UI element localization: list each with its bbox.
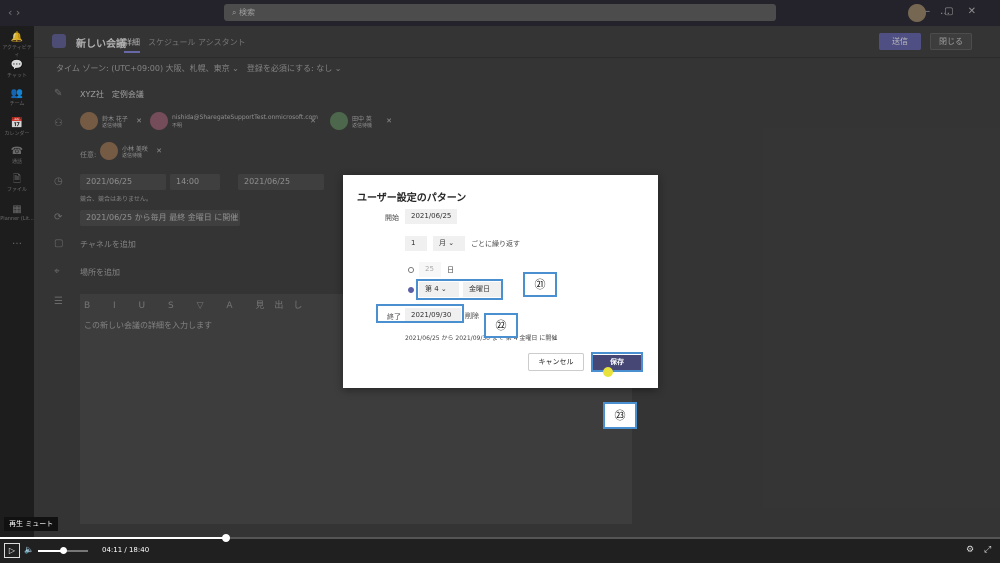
highlight-box xyxy=(416,279,503,300)
start-date-input[interactable]: 2021/06/25 xyxy=(405,209,457,224)
playback-time: 04:11 / 18:40 xyxy=(102,546,150,554)
progress-handle[interactable] xyxy=(222,534,230,542)
progress-fill xyxy=(0,537,226,539)
highlight-box xyxy=(376,304,464,323)
highlight-box xyxy=(591,352,643,372)
recurrence-summary: 2021/06/25 から 2021/09/30 まで 第 4 金曜日 に開催 xyxy=(405,335,558,342)
cancel-button[interactable]: キャンセル xyxy=(528,353,584,371)
day-input[interactable]: 25 xyxy=(419,262,441,277)
ordinal-radio[interactable] xyxy=(408,287,414,293)
custom-recurrence-dialog: ユーザー設定のパターン 開始 2021/06/25 1 月 ⌄ ごとに繰り返す … xyxy=(343,175,658,388)
volume-icon[interactable]: 🔈 xyxy=(24,545,34,554)
interval-suffix: ごとに繰り返す xyxy=(471,240,520,248)
day-radio[interactable] xyxy=(408,267,414,273)
mouse-cursor-icon xyxy=(603,367,613,377)
tooltip: 再生 ミュート xyxy=(4,517,59,531)
callout-22: ㉒ xyxy=(484,313,518,338)
play-icon: ▷ xyxy=(8,546,16,555)
interval-input[interactable]: 1 xyxy=(405,236,427,251)
gear-icon[interactable]: ⚙ xyxy=(966,545,974,555)
chevron-down-icon: ⌄ xyxy=(448,239,455,247)
volume-handle[interactable] xyxy=(60,547,67,554)
expand-icon[interactable]: ⤢ xyxy=(984,545,991,555)
interval-unit-select[interactable]: 月 ⌄ xyxy=(433,236,465,251)
callout-21: ㉑ xyxy=(523,272,557,297)
day-suffix: 日 xyxy=(447,266,454,274)
video-player-bar xyxy=(0,537,1000,563)
callout-23: ㉓ xyxy=(603,402,637,429)
play-button[interactable]: ▷ xyxy=(4,543,20,558)
dialog-title: ユーザー設定のパターン xyxy=(357,193,467,204)
start-label: 開始 xyxy=(385,214,399,222)
delete-link[interactable]: 削除 xyxy=(465,311,479,321)
